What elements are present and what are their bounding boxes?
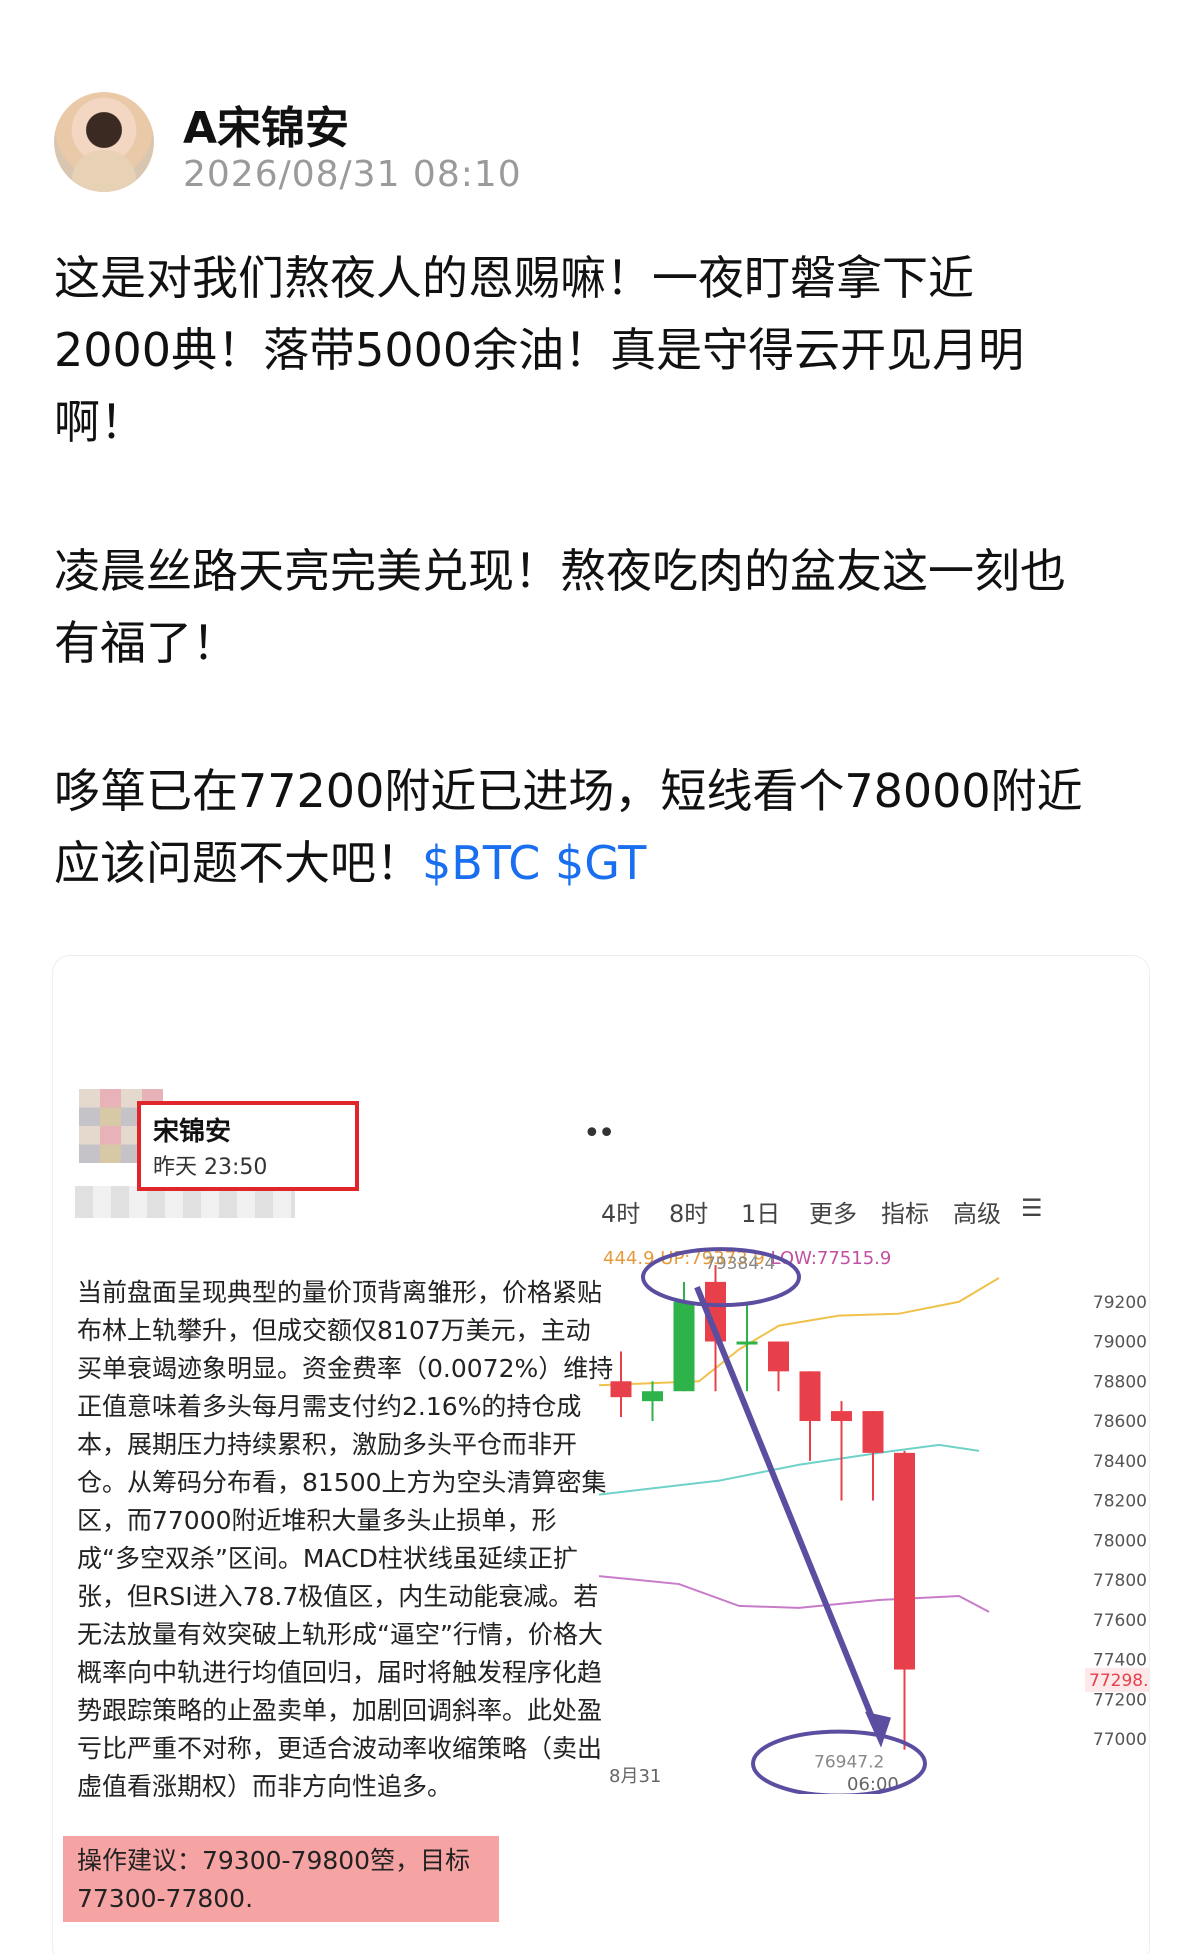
post-line: 凌晨丝路天亮完美兑现！熬夜吃肉的盆友这一刻也 bbox=[54, 544, 1066, 598]
bollinger-bands bbox=[599, 1277, 1000, 1613]
low-price-label: 76947.2 bbox=[814, 1753, 884, 1773]
candles bbox=[610, 1265, 915, 1750]
analysis-text: 当前盘面呈现典型的量价顶背离雏形，价格紧贴 布林上轨攀升，但成交额仅8107万美… bbox=[77, 1278, 614, 1801]
y-tick-label: 77200 bbox=[1093, 1690, 1147, 1710]
advice-text: 操作建议：79300-79800箜，目标 77300-77800. bbox=[77, 1846, 471, 1913]
tab-1d[interactable]: 1日 bbox=[741, 1194, 780, 1229]
y-tick-label: 78200 bbox=[1093, 1492, 1147, 1512]
down-arrow-head bbox=[865, 1711, 891, 1748]
post-paragraph-1: 这是对我们熬夜人的恩赐嘛！一夜盯磐拿下近 2000典！落带5000余油！真是守得… bbox=[54, 242, 1154, 458]
post-line: 应该问题不大吧！$BTC $GT bbox=[54, 827, 1154, 899]
y-tick-label: 77400 bbox=[1093, 1651, 1147, 1671]
candle-body bbox=[736, 1341, 758, 1345]
candle-body bbox=[894, 1452, 915, 1670]
embedded-image-card[interactable]: 宋锦安 昨天 23:50 •• 4时 8时 1日 更多 指标 高级 ☰ 444.… bbox=[52, 955, 1150, 1954]
tab-advanced[interactable]: 高级 bbox=[953, 1194, 1001, 1229]
y-tick-label: 78000 bbox=[1093, 1531, 1147, 1551]
y-tick-label: 79000 bbox=[1093, 1333, 1147, 1353]
card-author-time: 昨天 23:50 bbox=[153, 1155, 268, 1180]
post-line-text: 应该问题不大吧！ bbox=[54, 836, 422, 890]
y-tick-label: 77600 bbox=[1093, 1611, 1147, 1631]
candle-body bbox=[862, 1411, 884, 1453]
y-axis: 79200 79000 78800 78600 78400 78200 78000 77800… bbox=[1085, 1293, 1149, 1750]
y-tick-label: 77800 bbox=[1093, 1571, 1147, 1591]
tab-8h[interactable]: 8时 bbox=[669, 1194, 708, 1229]
post-line: 啊！ bbox=[54, 395, 146, 449]
tag-gt[interactable]: $GT bbox=[555, 836, 646, 890]
candlestick-chart: 79200 79000 78800 78600 78400 78200 78000 77800… bbox=[599, 1247, 1149, 1794]
y-tick-label: 77000 bbox=[1093, 1730, 1147, 1750]
candle-body bbox=[831, 1411, 852, 1422]
candle-body bbox=[799, 1371, 821, 1422]
candle-body bbox=[642, 1391, 663, 1402]
y-tick-label: 78800 bbox=[1093, 1372, 1147, 1392]
chart-settings-icon[interactable]: ☰ bbox=[1021, 1194, 1043, 1222]
chart-timeframe-tabs: 4时 8时 1日 更多 指标 高级 ☰ bbox=[601, 1194, 1149, 1234]
middle-band-line bbox=[599, 1443, 980, 1496]
current-price-label: 77298. bbox=[1089, 1671, 1148, 1691]
tab-more[interactable]: 更多 bbox=[809, 1194, 857, 1229]
avatar[interactable] bbox=[54, 92, 154, 192]
candle-body bbox=[673, 1301, 695, 1392]
post-timestamp: 2026/08/31 08:10 bbox=[183, 154, 522, 195]
post-line: 2000典！落带5000余油！真是守得云开见月明 bbox=[54, 323, 1025, 377]
post-line: 有福了！ bbox=[54, 616, 238, 670]
lower-band-line bbox=[599, 1575, 990, 1613]
x-tick-label: 8月31 bbox=[609, 1766, 661, 1787]
post-line: 这是对我们熬夜人的恩赐嘛！一夜盯磐拿下近 bbox=[54, 251, 974, 305]
y-tick-label: 78600 bbox=[1093, 1412, 1147, 1432]
tab-indicators[interactable]: 指标 bbox=[881, 1194, 929, 1229]
y-tick-label: 78400 bbox=[1093, 1452, 1147, 1472]
candle-body bbox=[768, 1341, 789, 1372]
tag-btc[interactable]: $BTC bbox=[422, 836, 540, 890]
card-author-name: 宋锦安 bbox=[153, 1117, 232, 1147]
post-paragraph-2: 凌晨丝路天亮完美兑现！熬夜吃肉的盆友这一刻也 有福了！ bbox=[54, 535, 1154, 679]
author-name[interactable]: A宋锦安 bbox=[183, 92, 349, 156]
post-line: 哆箪已在77200附近已进场，短线看个78000附近 bbox=[54, 764, 1083, 818]
y-tick-label: 79200 bbox=[1093, 1293, 1147, 1313]
more-dots-icon: •• bbox=[583, 1116, 615, 1151]
high-price-label: 79384.4 bbox=[705, 1254, 775, 1274]
tab-4h[interactable]: 4时 bbox=[601, 1194, 640, 1229]
candle-body bbox=[610, 1381, 632, 1398]
post-paragraph-3: 哆箪已在77200附近已进场，短线看个78000附近 应该问题不大吧！$BTC … bbox=[54, 755, 1154, 899]
